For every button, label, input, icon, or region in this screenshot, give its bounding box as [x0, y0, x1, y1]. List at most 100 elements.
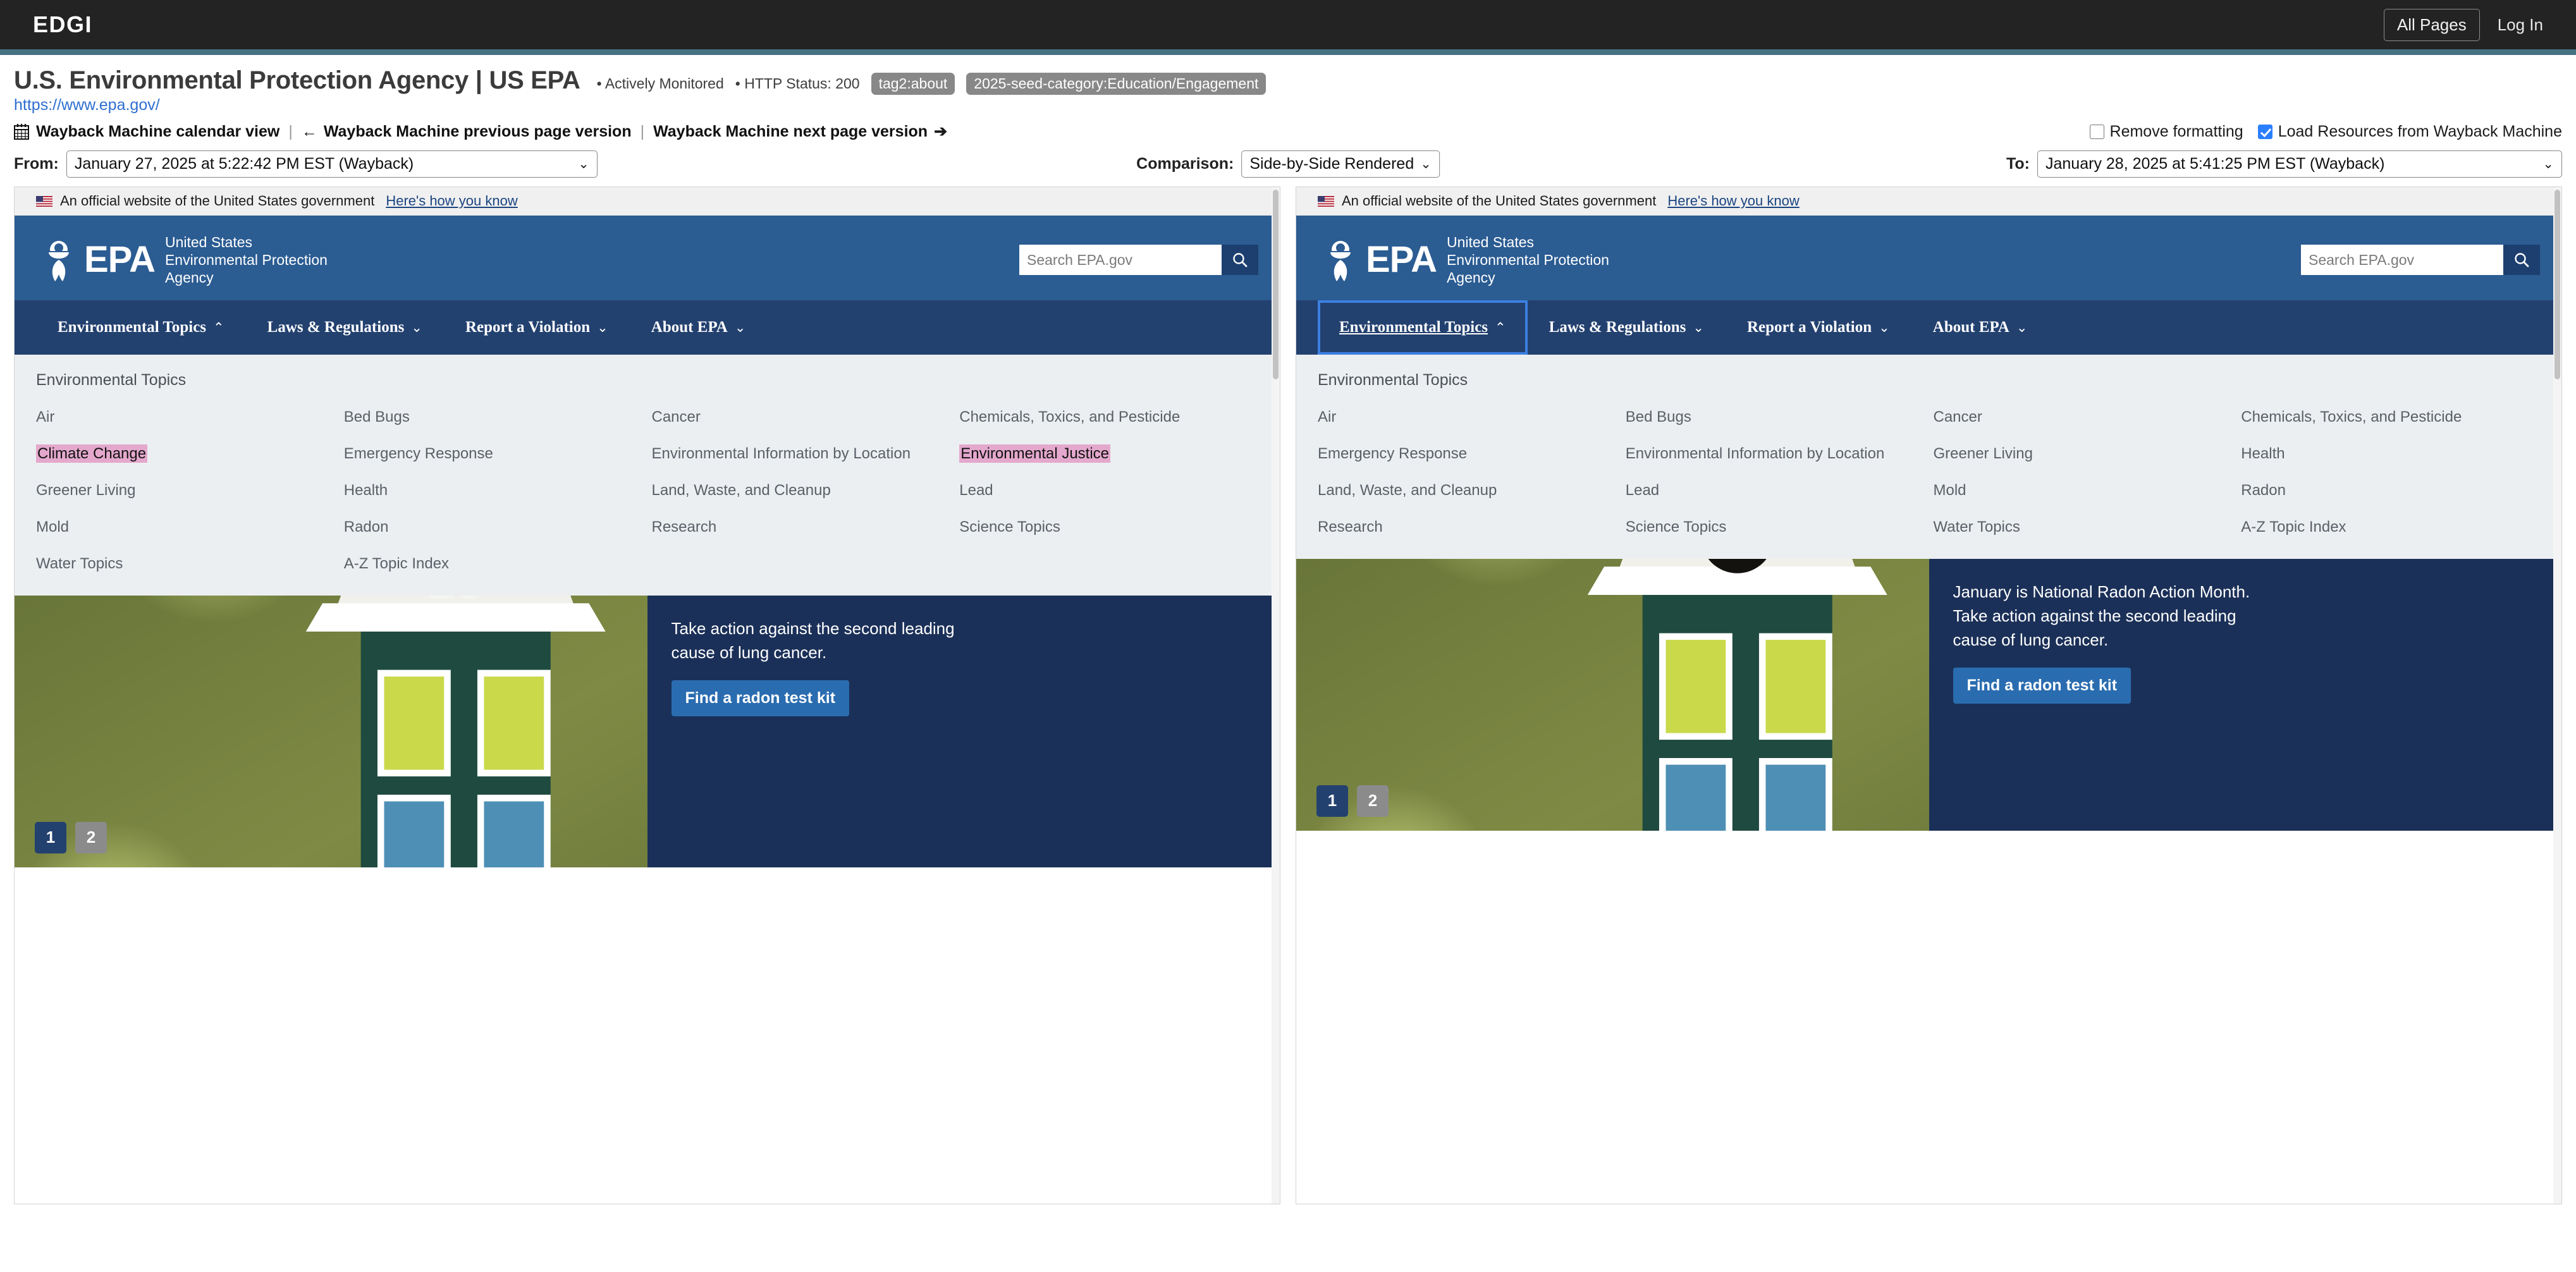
epa-search-form [2301, 245, 2540, 276]
comparison-label: Comparison: [1136, 155, 1234, 173]
topic-link[interactable]: Cancer [652, 407, 951, 427]
agency-line-1: United States [1446, 234, 1535, 250]
find-radon-test-kit-button[interactable]: Find a radon test kit [1953, 667, 2131, 704]
wayback-next-link[interactable]: Wayback Machine next page version [653, 123, 928, 141]
nav-item-laws-regulations[interactable]: Laws & Regulations ⌄ [246, 300, 444, 355]
topic-link[interactable]: Land, Waste, and Cleanup [652, 480, 951, 501]
comparison-group: Comparison: Side-by-Side Rendered ⌄ [1136, 150, 1440, 178]
nav-item-about-epa[interactable]: About EPA ⌄ [1911, 300, 2049, 355]
epa-logo[interactable]: EPA United States Environmental Protecti… [36, 233, 328, 286]
topic-link[interactable]: Health [2241, 444, 2540, 464]
search-button[interactable] [2503, 245, 2540, 276]
page-url-link[interactable]: https://www.epa.gov/ [14, 96, 2562, 114]
agency-line-2: Environmental Protection [164, 252, 328, 269]
topic-grid-left: Air Bed Bugs Cancer Chemicals, Toxics, and … [36, 407, 1258, 574]
remove-formatting-checkbox[interactable] [2089, 124, 2104, 139]
topic-link[interactable]: Water Topics [36, 554, 335, 574]
search-input[interactable] [2301, 245, 2503, 276]
hero-page-2-button[interactable]: 2 [75, 821, 107, 853]
hero-banner-left: 23 Take action against the second l [15, 595, 1280, 867]
monitor-status: • Actively Monitored [596, 75, 724, 92]
topic-link[interactable]: Science Topics [959, 517, 1258, 537]
nav-label: Laws & Regulations [1549, 319, 1686, 336]
hero-text-panel-left: Take action against the second leading c… [647, 595, 1280, 867]
pane-scrollbar-left[interactable] [1272, 187, 1280, 1204]
log-in-link[interactable]: Log In [2498, 15, 2543, 35]
topic-link[interactable]: Emergency Response [1318, 444, 1617, 464]
all-pages-button[interactable]: All Pages [2383, 8, 2480, 41]
topic-link[interactable]: Chemicals, Toxics, and Pesticide [959, 407, 1258, 427]
to-group: To: January 28, 2025 at 5:41:25 PM EST (… [2006, 150, 2562, 178]
epa-logo[interactable]: EPA United States Environmental Protecti… [1318, 233, 1609, 286]
hero-page-2-button[interactable]: 2 [1357, 785, 1389, 817]
us-flag-icon [1318, 195, 1334, 207]
from-version-select[interactable]: January 27, 2025 at 5:22:42 PM EST (Wayb… [66, 150, 598, 178]
epa-agency-name: United States Environmental Protection A… [1447, 233, 1609, 286]
topic-link[interactable]: Mold [1934, 480, 2233, 501]
nav-item-environmental-topics[interactable]: Environmental Topics ⌃ [1318, 300, 1528, 355]
next-arrow-icon: ➔ [934, 123, 948, 140]
nav-label: Environmental Topics [1339, 319, 1488, 336]
topic-link[interactable]: A-Z Topic Index [2241, 517, 2540, 537]
nav-item-laws-regulations[interactable]: Laws & Regulations ⌄ [1528, 300, 1726, 355]
topic-link[interactable]: Air [36, 407, 335, 427]
nav-item-report-a-violation[interactable]: Report a Violation ⌄ [444, 300, 630, 355]
hero-page-1-button[interactable]: 1 [35, 821, 66, 853]
accent-divider [0, 49, 2576, 55]
topic-link[interactable]: Research [652, 517, 951, 537]
topic-link[interactable]: Lead [959, 480, 1258, 501]
topic-link[interactable]: Environmental Justice [959, 444, 1258, 464]
search-input[interactable] [1019, 245, 1222, 276]
nav-label: Report a Violation [465, 319, 591, 336]
nav-item-report-a-violation[interactable]: Report a Violation ⌄ [1726, 300, 1911, 355]
topic-link[interactable]: Water Topics [1934, 517, 2233, 537]
topic-link[interactable]: Greener Living [36, 480, 335, 501]
topic-link[interactable]: Air [1318, 407, 1617, 427]
find-radon-test-kit-button[interactable]: Find a radon test kit [671, 680, 850, 716]
nav-item-about-epa[interactable]: About EPA ⌄ [630, 300, 768, 355]
chevron-up-icon: ⌃ [213, 320, 224, 335]
wayback-calendar-link[interactable]: Wayback Machine calendar view [36, 123, 279, 141]
topic-link[interactable]: Greener Living [1934, 444, 2233, 464]
hero-pagination-left: 1 2 [35, 821, 107, 853]
edgi-logo: EDGI [33, 11, 93, 37]
epa-wordmark: EPA [84, 239, 156, 281]
nav-item-environmental-topics[interactable]: Environmental Topics ⌃ [36, 300, 246, 355]
to-version-select[interactable]: January 28, 2025 at 5:41:25 PM EST (Wayb… [2037, 150, 2562, 178]
topic-link[interactable]: Environmental Information by Location [1626, 444, 1925, 464]
search-button[interactable] [1222, 245, 1258, 276]
topic-link[interactable]: Mold [36, 517, 335, 537]
topic-link[interactable]: Bed Bugs [344, 407, 643, 427]
topic-link[interactable]: Cancer [1934, 407, 2233, 427]
topic-link[interactable]: Land, Waste, and Cleanup [1318, 480, 1617, 501]
topic-link[interactable]: Bed Bugs [1626, 407, 1925, 427]
topic-link[interactable]: Climate Change [36, 444, 335, 464]
http-status: • HTTP Status: 200 [735, 75, 860, 92]
how-you-know-link[interactable]: Here's how you know [386, 193, 517, 209]
link-separator-1: | [288, 122, 293, 140]
load-resources-checkbox[interactable] [2257, 124, 2272, 139]
tag-badge-1[interactable]: tag2:about [871, 73, 955, 95]
topic-link[interactable]: Radon [344, 517, 643, 537]
comparison-mode-select[interactable]: Side-by-Side Rendered ⌄ [1241, 150, 1440, 178]
hero-page-1-button[interactable]: 1 [1316, 785, 1348, 817]
prev-arrow-icon: ← [301, 122, 317, 140]
topic-link[interactable]: Environmental Information by Location [652, 444, 951, 464]
topic-link[interactable]: Radon [2241, 480, 2540, 501]
topic-link[interactable]: Chemicals, Toxics, and Pesticide [2241, 407, 2540, 427]
topic-link[interactable]: Emergency Response [344, 444, 643, 464]
hero-line-3: cause of lung cancer. [671, 642, 827, 662]
topic-link[interactable]: Research [1318, 517, 1617, 537]
topic-link[interactable]: Lead [1626, 480, 1925, 501]
pane-scrollbar-right[interactable] [2553, 187, 2561, 1204]
tag-badge-2[interactable]: 2025-seed-category:Education/Engagement [966, 73, 1267, 95]
topic-link[interactable]: Health [344, 480, 643, 501]
to-label: To: [2006, 155, 2030, 173]
topic-link[interactable]: Science Topics [1626, 517, 1925, 537]
wayback-previous-link[interactable]: Wayback Machine previous page version [324, 123, 632, 141]
topic-link[interactable]: A-Z Topic Index [344, 554, 643, 574]
how-you-know-link[interactable]: Here's how you know [1667, 193, 1799, 209]
epa-header-left: EPA United States Environmental Protecti… [15, 216, 1280, 301]
comparison-mode-value: Side-by-Side Rendered [1249, 155, 1414, 173]
agency-line-2: Environmental Protection [1446, 252, 1609, 269]
